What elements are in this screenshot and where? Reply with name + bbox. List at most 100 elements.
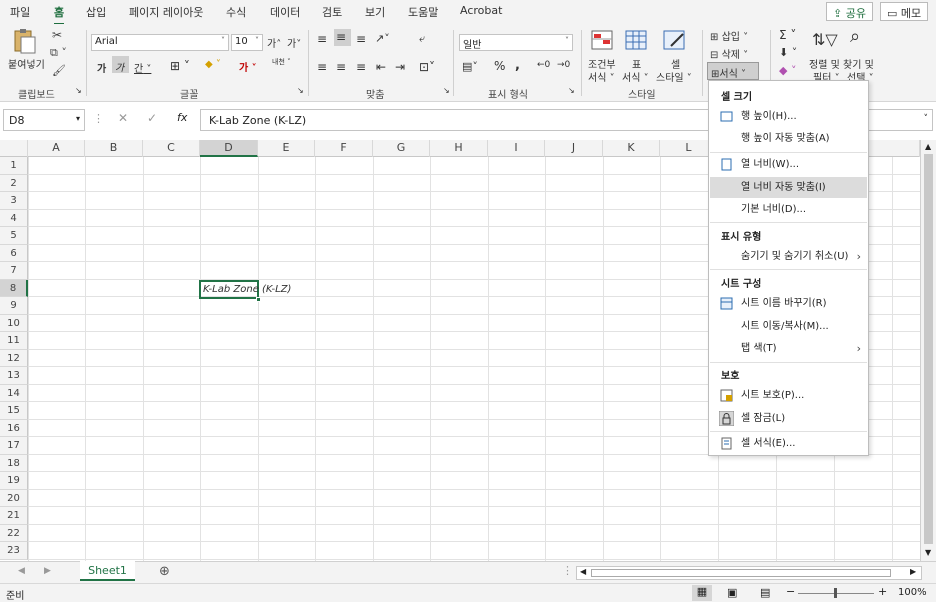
tab-data[interactable]: 데이터 bbox=[270, 4, 300, 20]
next-sheet-icon[interactable]: ▶ bbox=[44, 566, 51, 576]
row-header[interactable]: 6 bbox=[0, 245, 28, 262]
menu-item-move-copy-sheet[interactable]: 시트 이동/복사(M)... bbox=[710, 316, 867, 337]
column-header[interactable]: B bbox=[85, 140, 143, 157]
decrease-decimal-icon[interactable]: →0 bbox=[557, 60, 570, 70]
add-sheet-icon[interactable]: ⊕ bbox=[159, 564, 170, 579]
zoom-out-icon[interactable]: − bbox=[786, 585, 795, 598]
zoom-in-icon[interactable]: + bbox=[878, 585, 887, 598]
conditional-format-icon[interactable] bbox=[591, 30, 613, 53]
row-header[interactable]: 18 bbox=[0, 455, 28, 472]
paste-button[interactable]: 붙여넣기 bbox=[8, 56, 45, 71]
row-header[interactable]: 19 bbox=[0, 472, 28, 490]
row-header[interactable]: 10 bbox=[0, 315, 28, 332]
scroll-down-icon[interactable]: ▼ bbox=[925, 548, 931, 557]
sheet-tab-sheet1[interactable]: Sheet1 bbox=[80, 561, 135, 581]
row-header[interactable]: 1 bbox=[0, 157, 28, 175]
scroll-right-icon[interactable]: ▶ bbox=[910, 567, 916, 576]
align-center-icon[interactable]: ≡ bbox=[336, 60, 346, 74]
fill-icon[interactable]: ⬇ ˅ bbox=[779, 46, 797, 59]
underline-button[interactable]: 간 ˅ bbox=[134, 60, 151, 75]
increase-indent-icon[interactable]: ⇥ bbox=[395, 60, 405, 74]
row-header[interactable]: 23 bbox=[0, 542, 28, 560]
row-header[interactable]: 15 bbox=[0, 402, 28, 420]
orientation-icon[interactable]: ↗˅ bbox=[375, 32, 390, 45]
row-header[interactable]: 2 bbox=[0, 175, 28, 192]
scroll-left-icon[interactable]: ◀ bbox=[580, 567, 586, 576]
tab-file[interactable]: 파일 bbox=[10, 4, 30, 20]
scroll-up-icon[interactable]: ▲ bbox=[925, 142, 931, 151]
column-header[interactable]: H bbox=[430, 140, 488, 157]
align-right-icon[interactable]: ≡ bbox=[356, 60, 366, 74]
menu-item-protect-sheet[interactable]: 시트 보호(P)... bbox=[710, 385, 867, 406]
menu-item-default-width[interactable]: 기본 너비(D)... bbox=[710, 199, 867, 220]
page-layout-view-icon[interactable]: ▣ bbox=[727, 586, 737, 599]
tab-help[interactable]: 도움말 bbox=[408, 4, 438, 20]
row-header[interactable]: 16 bbox=[0, 420, 28, 437]
font-name-select[interactable]: Arial ˅ bbox=[91, 34, 229, 51]
insert-cells-button[interactable]: ⊞ 삽입 ˅ bbox=[710, 28, 748, 43]
italic-button[interactable]: 가 bbox=[112, 56, 129, 74]
horizontal-scrollbar[interactable]: ◀ ▶ bbox=[576, 566, 922, 580]
format-as-table-icon[interactable] bbox=[625, 30, 647, 53]
autosum-icon[interactable]: Σ ˅ bbox=[779, 28, 796, 42]
decrease-indent-icon[interactable]: ⇤ bbox=[376, 60, 386, 74]
row-header[interactable]: 9 bbox=[0, 297, 28, 315]
column-header[interactable]: G bbox=[373, 140, 430, 157]
column-header[interactable]: F bbox=[315, 140, 373, 157]
align-bottom-icon[interactable]: ≡ bbox=[356, 32, 366, 46]
row-header[interactable]: 14 bbox=[0, 385, 28, 402]
percent-icon[interactable]: % bbox=[494, 59, 505, 73]
row-header[interactable]: 3 bbox=[0, 192, 28, 210]
row-header[interactable]: 5 bbox=[0, 227, 28, 245]
share-button[interactable]: ⇪ 공유 bbox=[826, 2, 873, 21]
number-launcher-icon[interactable]: ↘ bbox=[568, 86, 575, 95]
page-break-view-icon[interactable]: ▤ bbox=[760, 586, 770, 599]
row-header[interactable]: 11 bbox=[0, 332, 28, 350]
expand-formula-icon[interactable]: ˅ bbox=[924, 114, 929, 124]
delete-cells-button[interactable]: ⊟ 삭제 ˅ bbox=[710, 46, 748, 61]
tab-home[interactable]: 홈 bbox=[54, 4, 65, 25]
vertical-scrollbar[interactable]: ▲ ▼ bbox=[920, 140, 936, 561]
tab-view[interactable]: 보기 bbox=[365, 4, 385, 20]
wrap-text-icon[interactable]: ⤶ bbox=[419, 32, 425, 46]
grow-font-button[interactable]: 가˄ bbox=[267, 35, 281, 50]
h-scroll-thumb[interactable] bbox=[591, 569, 891, 577]
menu-item-tab-color[interactable]: 탭 색(T) › bbox=[710, 338, 867, 359]
comma-style-icon[interactable]: , bbox=[515, 58, 520, 73]
cut-icon[interactable]: ✂ bbox=[52, 28, 62, 42]
row-header[interactable]: 12 bbox=[0, 350, 28, 367]
menu-item-autofit-row[interactable]: 행 높이 자동 맞춤(A) bbox=[710, 128, 867, 149]
tab-formulas[interactable]: 수식 bbox=[226, 4, 246, 20]
row-header[interactable]: 22 bbox=[0, 525, 28, 542]
insert-function-button[interactable]: fx bbox=[177, 111, 187, 124]
merge-center-icon[interactable]: ⊡˅ bbox=[419, 60, 435, 74]
normal-view-icon[interactable]: ▦ bbox=[692, 585, 712, 601]
cell-styles-icon[interactable] bbox=[663, 30, 687, 53]
border-icon[interactable]: ⊞ ˅ bbox=[170, 59, 190, 73]
sort-filter-icon[interactable]: ⇅▽ bbox=[812, 30, 838, 49]
increase-decimal-icon[interactable]: ←0 bbox=[537, 60, 550, 70]
cancel-icon[interactable]: ✕ bbox=[118, 111, 128, 125]
shrink-font-button[interactable]: 가˅ bbox=[287, 35, 301, 50]
zoom-level[interactable]: 100% bbox=[898, 587, 927, 598]
clipboard-launcher-icon[interactable]: ↘ bbox=[75, 86, 82, 95]
tab-page-layout[interactable]: 페이지 레이아웃 bbox=[129, 4, 203, 20]
tab-review[interactable]: 검토 bbox=[322, 4, 342, 20]
column-header[interactable]: A bbox=[28, 140, 85, 157]
column-header[interactable]: D bbox=[200, 140, 258, 157]
paste-icon[interactable] bbox=[12, 28, 38, 54]
memo-button[interactable]: ▭ 메모 bbox=[880, 2, 929, 21]
fill-handle[interactable] bbox=[256, 297, 261, 302]
column-header[interactable]: E bbox=[258, 140, 315, 157]
row-header[interactable]: 7 bbox=[0, 262, 28, 280]
row-header[interactable]: 8 bbox=[0, 280, 28, 297]
tab-acrobat[interactable]: Acrobat bbox=[460, 4, 502, 17]
menu-item-hide-unhide[interactable]: 숨기기 및 숨기기 취소(U) › bbox=[710, 246, 867, 267]
accounting-format-icon[interactable]: ▤˅ bbox=[462, 60, 478, 73]
row-header[interactable]: 21 bbox=[0, 507, 28, 525]
row-header[interactable]: 20 bbox=[0, 490, 28, 507]
scroll-thumb[interactable] bbox=[924, 154, 933, 544]
column-header[interactable]: J bbox=[545, 140, 603, 157]
menu-item-rename-sheet[interactable]: 시트 이름 바꾸기(R) bbox=[710, 293, 867, 314]
menu-item-autofit-column[interactable]: 열 너비 자동 맞춤(I) bbox=[710, 177, 867, 198]
